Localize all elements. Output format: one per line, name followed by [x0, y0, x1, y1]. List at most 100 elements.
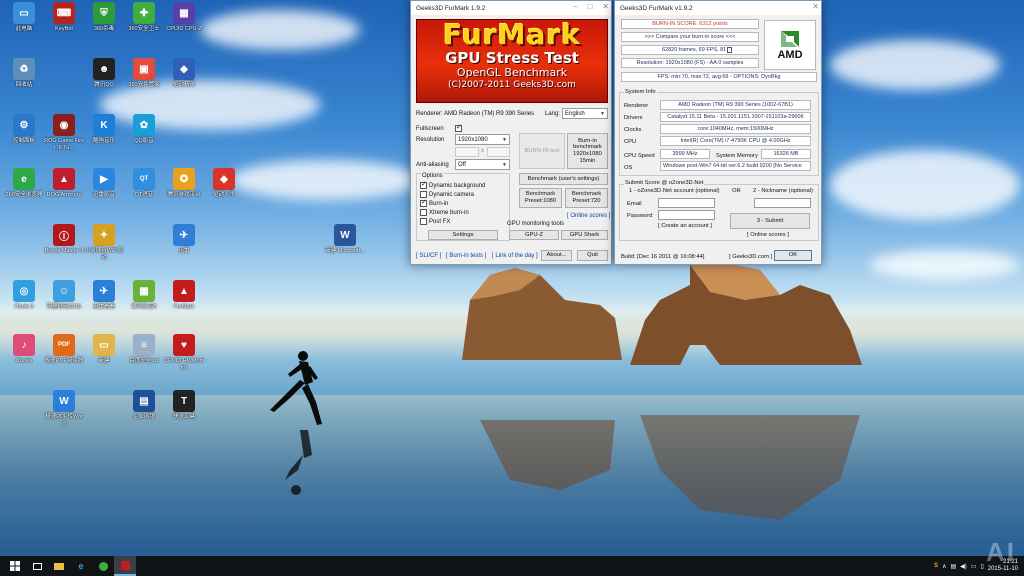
- desktop-shortcut[interactable]: ▣ 360软件管家: [124, 58, 164, 89]
- desktop-shortcut[interactable]: ▤ 企业网银: [124, 390, 164, 421]
- desktop-shortcut-label: Bonds Master II: [44, 248, 84, 254]
- link-of-the-day[interactable]: [ Link of the day ]: [492, 253, 538, 259]
- desktop-shortcut[interactable]: ✈ 迅雷看看: [84, 280, 124, 311]
- minimize-icon[interactable]: –: [573, 2, 577, 11]
- geeks3d-link[interactable]: [ Geeks3D.com ]: [729, 254, 772, 260]
- burnin-benchmark-button[interactable]: Burn-in benchmark 1920x1080 15min: [567, 133, 608, 169]
- burnin-test-button[interactable]: BURN-IN test: [519, 133, 565, 169]
- desktop-shortcut[interactable]: ✦ 小米随身WiFi驱动: [84, 224, 124, 261]
- desktop-shortcut[interactable]: ≡ 百度安全.txt: [124, 334, 164, 365]
- desktop-shortcut[interactable]: ◉ ROG Game First III Tu...: [44, 114, 84, 151]
- battery-icon[interactable]: ▯: [980, 563, 983, 570]
- create-account-link[interactable]: [ Create an account ]: [658, 223, 712, 229]
- option-row[interactable]: Xtreme burn-in: [420, 209, 469, 216]
- desktop-shortcut[interactable]: ✈ 迅雷: [164, 224, 204, 255]
- file-explorer-icon[interactable]: [48, 556, 70, 576]
- desktop-shortcut[interactable]: ▭ 新建: [84, 334, 124, 365]
- fullscreen-checkbox[interactable]: [455, 123, 462, 132]
- windows-start-icon[interactable]: [4, 556, 26, 576]
- furmark-titlebar[interactable]: Geeks3D FurMark 1.9.2 – □ ✕: [411, 1, 611, 15]
- option-checkbox[interactable]: [420, 180, 427, 189]
- desktop-shortcut[interactable]: ◆ 驱动人生: [204, 168, 244, 199]
- settings-button[interactable]: Settings: [428, 230, 498, 240]
- maximize-icon[interactable]: □: [587, 2, 592, 11]
- desktop-shortcut[interactable]: ▶ 迅雷影音: [84, 168, 124, 199]
- desktop-shortcut[interactable]: ▦ 暴风影音5: [124, 280, 164, 311]
- desktop-shortcut-label: 迅雷: [178, 248, 190, 254]
- desktop-shortcut[interactable]: ♥ CPUID HWMonitor: [164, 334, 204, 371]
- network-icon[interactable]: ▤: [950, 563, 956, 570]
- desktop-shortcut[interactable]: ⌨ KeyBot: [44, 2, 84, 33]
- option-row[interactable]: Burn-in: [420, 198, 448, 207]
- benchmark-preset-1080-button[interactable]: Benchmark Preset:1080: [519, 188, 562, 208]
- results-titlebar[interactable]: Geeks3D FurMark v1.9.2 ✕: [615, 1, 821, 15]
- results-online-scores-link[interactable]: [ Online scores ]: [747, 232, 789, 238]
- system-info-row-value: AMD Radeon (TM) R9 390 Series (1002-67B1…: [660, 100, 811, 110]
- desktop-shortcut[interactable]: W 极速PDF转Word: [44, 390, 84, 427]
- volume-icon[interactable]: ◀): [960, 563, 967, 570]
- folder-icon: ▭: [93, 334, 115, 356]
- sli-cf-link[interactable]: [ SLI/CF ]: [416, 253, 441, 259]
- desktop-shortcut[interactable]: ♪ iTunes: [4, 334, 44, 365]
- desktop-shortcut[interactable]: ☻ 腾讯QQ: [84, 58, 124, 89]
- desktop-shortcut[interactable]: K 酷狗音乐: [84, 114, 124, 145]
- furmark-taskbar-icon[interactable]: [114, 556, 136, 576]
- 360-browser-icon[interactable]: [92, 556, 114, 576]
- action-center-icon[interactable]: ▭: [971, 563, 977, 570]
- desktop-shortcut[interactable]: PDF 极速PDF阅读器: [44, 334, 84, 365]
- close-icon[interactable]: ✕: [812, 2, 819, 11]
- gpuz-button[interactable]: GPU-Z: [509, 230, 559, 240]
- email-field[interactable]: [658, 198, 715, 208]
- desktop-shortcut[interactable]: e 360安全浏览器: [4, 168, 44, 199]
- benchmark-preset-720-button[interactable]: Benchmark Preset:720: [565, 188, 608, 208]
- online-scores-link[interactable]: [ Online scores ]: [567, 213, 610, 219]
- desktop-shortcut[interactable]: ✪ 腾讯游戏平台: [164, 168, 204, 199]
- ok-button[interactable]: OK: [774, 250, 812, 261]
- height-input[interactable]: [487, 147, 510, 157]
- input-method-icon[interactable]: S: [934, 563, 938, 569]
- desktop-shortcut[interactable]: T 快速工具: [164, 390, 204, 421]
- desktop-shortcut[interactable]: ▦ CPUID CPU-Z: [164, 2, 204, 33]
- desktop-shortcut[interactable]: ☺ 阿里旺旺2016: [44, 280, 84, 311]
- password-field[interactable]: [658, 210, 715, 220]
- desktop-shortcut[interactable]: Ⓘ Bonds Master II: [44, 224, 84, 255]
- task-view-icon[interactable]: [26, 556, 48, 576]
- edge-browser-icon[interactable]: e: [70, 556, 92, 576]
- furmark-banner: FurMark GPU Stress Test OpenGL Benchmark…: [416, 19, 608, 103]
- desktop-shortcut[interactable]: ✿ QQ影音: [124, 114, 164, 145]
- desktop-shortcut[interactable]: ▲ FurMark: [164, 280, 204, 311]
- desktop-shortcut[interactable]: ✚ 360安全卫士: [124, 2, 164, 33]
- desktop-shortcut[interactable]: ♻ 回收站: [4, 58, 44, 89]
- desktop-shortcut[interactable]: ⛨ 360杀毒: [84, 2, 124, 33]
- nickname-field[interactable]: [754, 198, 811, 208]
- submit-button[interactable]: 3 - Submit: [730, 213, 810, 229]
- benchmark-user-settings-button[interactable]: Benchmark (user's settings): [519, 173, 608, 185]
- option-row[interactable]: Dynamic camera: [420, 191, 474, 198]
- desktop-shortcut[interactable]: ▲ ROG Armoury: [44, 168, 84, 199]
- tray-chevron-up-icon[interactable]: ∧: [942, 563, 946, 570]
- option-checkbox[interactable]: [420, 191, 427, 198]
- desktop-shortcut[interactable]: ▭ 此电脑: [4, 2, 44, 33]
- copy-icon[interactable]: [727, 47, 733, 53]
- about-button[interactable]: About...: [541, 250, 572, 261]
- aa-select[interactable]: Off ▼: [455, 159, 510, 170]
- desktop-shortcut[interactable]: QT QT语音: [124, 168, 164, 199]
- desktop-shortcut[interactable]: ◎ iTools 3: [4, 280, 44, 311]
- language-select[interactable]: English ▼: [562, 108, 608, 119]
- compare-score-link[interactable]: >>> Compare your burn-in score <<<: [621, 32, 759, 42]
- desktop-shortcut[interactable]: ⚙ 控制面板: [4, 114, 44, 145]
- desktop-shortcut[interactable]: ◆ 驱动精灵: [164, 58, 204, 89]
- width-input[interactable]: [455, 147, 479, 157]
- fullscreen-label: Fullscreen: [416, 126, 444, 132]
- burnin-tests-link[interactable]: [ Burn-in tests ]: [446, 253, 486, 259]
- option-checkbox[interactable]: [420, 218, 427, 225]
- close-icon[interactable]: ✕: [602, 2, 609, 11]
- option-checkbox[interactable]: [420, 209, 427, 216]
- option-row[interactable]: Post FX: [420, 218, 450, 225]
- resolution-select[interactable]: 1920x1080 ▼: [455, 134, 510, 145]
- gpushark-button[interactable]: GPU Shark: [561, 230, 608, 240]
- quit-button[interactable]: Quit: [577, 250, 608, 261]
- desktop-shortcut[interactable]: W 新建 Microsoft...: [325, 224, 365, 255]
- option-row[interactable]: Dynamic background: [420, 180, 485, 189]
- option-checkbox[interactable]: [420, 198, 427, 207]
